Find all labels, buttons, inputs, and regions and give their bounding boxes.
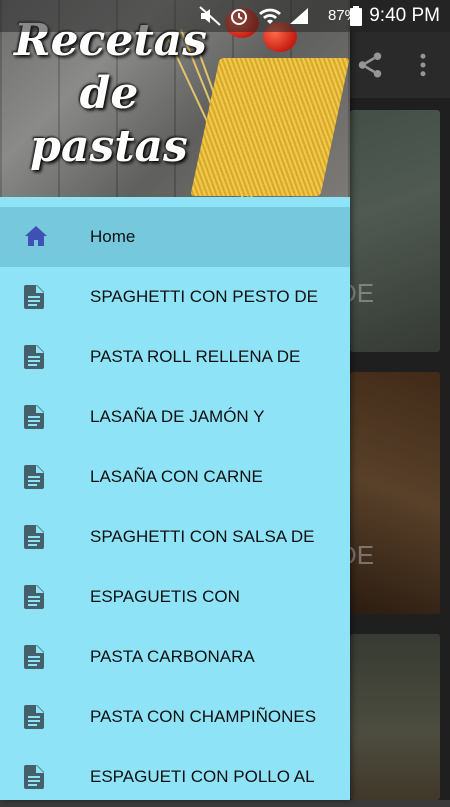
drawer-item-recipe[interactable]: LASAÑA DE JAMÓN Y [0,387,350,447]
drawer-item-label: Home [90,227,136,246]
drawer-item-label: ESPAGUETI CON POLLO AL [90,767,315,786]
drawer-item-home[interactable]: Home [0,207,350,267]
drawer-item-label: PASTA ROLL RELLENA DE [90,347,301,366]
mute-icon [198,6,222,31]
drawer-item-recipe[interactable]: PASTA ROLL RELLENA DE [0,327,350,387]
drawer-item-label: SPAGHETTI CON PESTO DE [90,287,318,306]
title-line: de [79,68,139,119]
title-line: pastas [30,121,188,172]
drawer-item-label: PASTA CARBONARA [90,647,255,666]
drawer-item-recipe[interactable]: LASAÑA CON CARNE [0,447,350,507]
document-icon [24,285,46,309]
drawer-item-label: LASAÑA CON CARNE [90,467,263,486]
wifi-icon [258,6,282,31]
drawer-item-recipe[interactable]: SPAGHETTI CON PESTO DE [0,267,350,327]
document-icon [24,405,46,429]
drawer-item-label: LASAÑA DE JAMÓN Y [90,407,265,426]
battery-icon [350,6,362,31]
drawer-item-recipe[interactable]: ESPAGUETI CON POLLO AL [0,747,350,807]
drawer-item-label: ESPAGUETIS CON [90,587,240,606]
document-icon [24,525,46,549]
drawer-item-recipe[interactable]: ESPAGUETIS CON [0,567,350,627]
status-bar: 87% 9:40 PM [0,0,450,32]
drawer-item-recipe[interactable]: SPAGHETTI CON SALSA DE [0,507,350,567]
document-icon [24,345,46,369]
drawer-menu: Home SPAGHETTI CON PESTO DE PASTA ROLL R… [0,207,350,807]
document-icon [24,585,46,609]
document-icon [24,765,46,789]
drawer-item-label: PASTA CON CHAMPIÑONES [90,707,317,726]
navigation-drawer: Recetas de pastas Home SPAGHETTI CON PES… [0,0,350,800]
document-icon [24,645,46,669]
alarm-icon [228,6,250,31]
clock: 9:40 PM [369,5,440,26]
home-icon [24,225,47,249]
drawer-item-recipe[interactable]: PASTA CON CHAMPIÑONES [0,687,350,747]
drawer-item-label: SPAGHETTI CON SALSA DE [90,527,315,546]
signal-icon [288,6,310,31]
document-icon [24,465,46,489]
drawer-item-recipe[interactable]: PASTA CARBONARA [0,627,350,687]
app-logo-title: Recetas de pastas [14,14,207,173]
document-icon [24,705,46,729]
